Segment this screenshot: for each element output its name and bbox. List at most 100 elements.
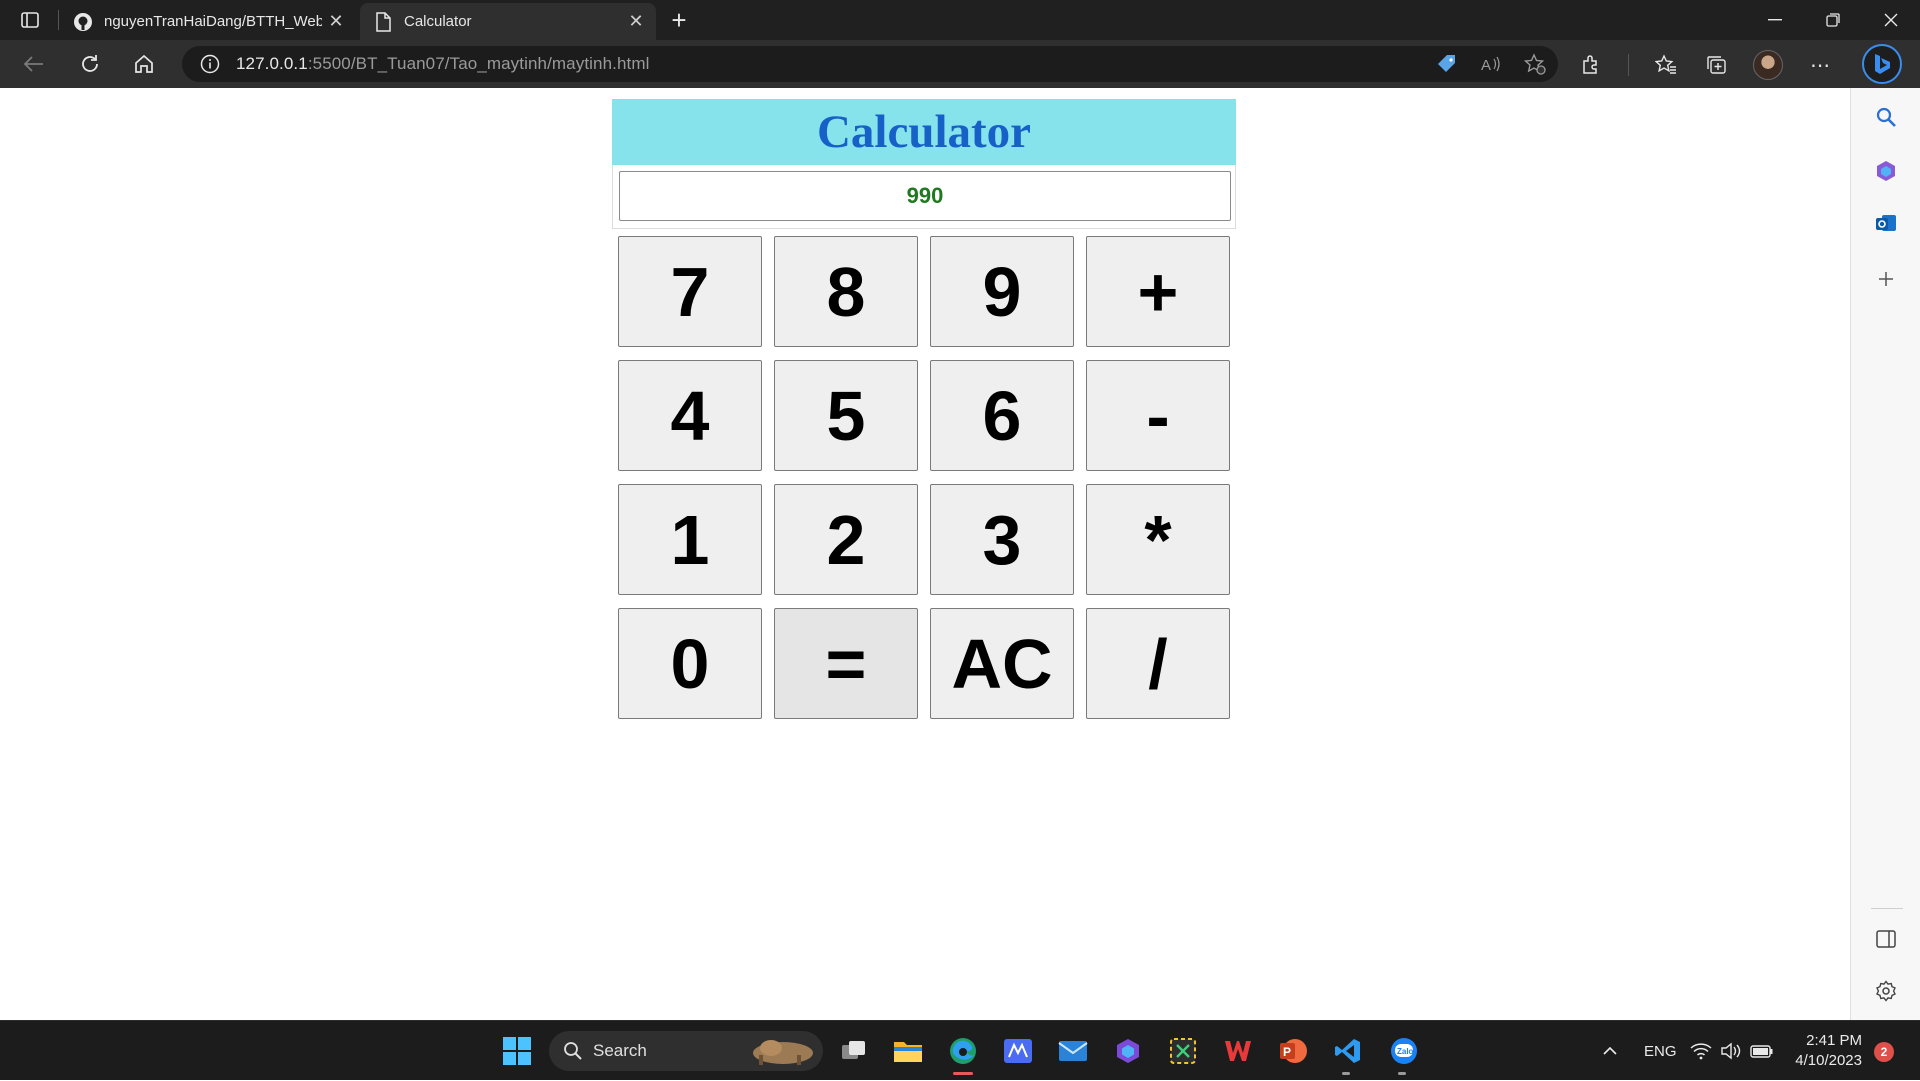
vscode-running-indicator [1342, 1072, 1350, 1075]
clock-time: 2:41 PM [1806, 1032, 1862, 1049]
snipping-tool-icon[interactable] [1163, 1031, 1203, 1071]
copilot-icon[interactable] [1873, 158, 1899, 184]
hide-sidebar-icon[interactable] [1873, 926, 1899, 952]
toolbar-right: ⋯ [1578, 50, 1833, 80]
clock[interactable]: 2:41 PM 4/10/2023 [1792, 1031, 1862, 1071]
volume-icon [1720, 1042, 1742, 1060]
toolbar-separator [1628, 54, 1629, 76]
github-icon [72, 11, 94, 33]
page-title: Calculator [816, 106, 1032, 158]
key-1[interactable]: 1 [618, 484, 762, 595]
key-equals[interactable]: = [774, 608, 918, 719]
file-explorer-icon[interactable] [888, 1031, 928, 1071]
key-5[interactable]: 5 [774, 360, 918, 471]
vscode-icon[interactable] [1328, 1031, 1368, 1071]
search-icon[interactable] [1873, 104, 1899, 130]
edge-running-indicator [953, 1072, 973, 1075]
show-hidden-icons-icon[interactable] [1590, 1031, 1630, 1071]
add-icon[interactable] [1873, 266, 1899, 292]
profile-avatar[interactable] [1753, 50, 1783, 80]
address-field[interactable]: 127.0.0.1:5500/BT_Tuan07/Tao_maytinh/may… [182, 46, 1558, 82]
zalo-icon[interactable]: Zalo [1384, 1031, 1424, 1071]
url-actions: A [1434, 52, 1548, 76]
key-clear[interactable]: AC [930, 608, 1074, 719]
sidebar-divider [1871, 908, 1903, 909]
system-tray-icons[interactable] [1686, 1031, 1778, 1071]
clock-date: 4/10/2023 [1795, 1052, 1862, 1069]
key-plus[interactable]: + [1086, 236, 1230, 347]
settings-icon[interactable] [1873, 978, 1899, 1004]
favorites-icon[interactable] [1653, 53, 1679, 77]
key-3[interactable]: 3 [930, 484, 1074, 595]
collections-icon[interactable] [1703, 53, 1729, 77]
taskbar-search[interactable]: Search [549, 1031, 823, 1071]
language-indicator[interactable]: ENG [1644, 1021, 1677, 1081]
read-aloud-icon[interactable]: A [1478, 52, 1504, 76]
site-info-icon[interactable] [198, 52, 222, 76]
svg-text:Zalo: Zalo [1397, 1047, 1414, 1056]
key-minus[interactable]: - [1086, 360, 1230, 471]
mathway-icon[interactable] [998, 1031, 1038, 1071]
key-7[interactable]: 7 [618, 236, 762, 347]
search-label: Search [593, 1041, 647, 1060]
key-4[interactable]: 4 [618, 360, 762, 471]
key-2[interactable]: 2 [774, 484, 918, 595]
keypad: 7 8 9 + 4 5 6 - 1 2 3 * 0 = AC / [618, 236, 1236, 719]
new-tab-button[interactable]: + [664, 5, 694, 35]
powerpoint-icon[interactable]: P [1273, 1031, 1313, 1071]
web-page: Calculator 990 7 8 9 + 4 5 6 - 1 2 3 * 0… [0, 88, 1850, 1020]
url-path: :5500/BT_Tuan07/Tao_maytinh/maytinh.html [307, 54, 650, 73]
windows-taskbar: Search P Zalo ENG 2:41 PM 4/10/2023 2 [0, 1020, 1920, 1080]
key-0[interactable]: 0 [618, 608, 762, 719]
wifi-icon [1690, 1042, 1712, 1060]
display-container: 990 [612, 165, 1236, 229]
svg-text:P: P [1283, 1045, 1291, 1059]
key-6[interactable]: 6 [930, 360, 1074, 471]
tab-actions-icon[interactable] [18, 8, 42, 32]
key-8[interactable]: 8 [774, 236, 918, 347]
extensions-icon[interactable] [1578, 53, 1604, 77]
tab-title: Calculator [404, 13, 472, 30]
zalo-running-indicator [1398, 1072, 1406, 1075]
copilot-taskbar-icon[interactable] [1108, 1031, 1148, 1071]
url-host: 127.0.0.1 [236, 54, 308, 73]
more-options-icon[interactable]: ⋯ [1807, 53, 1833, 77]
url-text: 127.0.0.1:5500/BT_Tuan07/Tao_maytinh/may… [236, 54, 649, 74]
edge-icon[interactable] [943, 1031, 983, 1071]
task-view-icon[interactable] [834, 1031, 874, 1071]
home-icon[interactable] [128, 50, 160, 78]
edge-sidebar [1850, 88, 1920, 1020]
windows-start-icon[interactable] [497, 1031, 537, 1071]
restore-icon[interactable] [1804, 0, 1862, 40]
close-icon[interactable]: ✕ [322, 8, 350, 36]
tab-calculator[interactable]: Calculator ✕ [360, 3, 656, 40]
refresh-icon[interactable] [74, 50, 106, 78]
key-9[interactable]: 9 [930, 236, 1074, 347]
search-icon [563, 1041, 583, 1061]
calculator-display[interactable]: 990 [619, 171, 1231, 221]
key-multiply[interactable]: * [1086, 484, 1230, 595]
calculator-header: Calculator [612, 99, 1236, 165]
outlook-icon[interactable] [1873, 210, 1899, 236]
wps-office-icon[interactable] [1218, 1031, 1258, 1071]
address-toolbar: 127.0.0.1:5500/BT_Tuan07/Tao_maytinh/may… [0, 40, 1920, 88]
close-icon[interactable]: ✕ [622, 8, 650, 36]
svg-text:A: A [1481, 57, 1491, 74]
battery-icon [1750, 1043, 1774, 1059]
browser-tab-bar: nguyenTranHaiDang/BTTH_Web ✕ Calculator … [0, 0, 1920, 40]
add-favorite-icon[interactable] [1522, 52, 1548, 76]
shopping-tag-icon[interactable] [1434, 52, 1460, 76]
notification-badge[interactable]: 2 [1874, 1042, 1894, 1062]
search-highlight-icon [749, 1033, 817, 1069]
mail-icon[interactable] [1053, 1031, 1093, 1071]
bing-copilot-icon[interactable] [1862, 44, 1902, 84]
tab-github[interactable]: nguyenTranHaiDang/BTTH_Web ✕ [60, 3, 356, 40]
key-divide[interactable]: / [1086, 608, 1230, 719]
tab-separator [58, 10, 59, 30]
calculator: Calculator 990 7 8 9 + 4 5 6 - 1 2 3 * 0… [612, 99, 1236, 719]
window-close-icon[interactable] [1862, 0, 1920, 40]
tab-title: nguyenTranHaiDang/BTTH_Web [104, 13, 322, 30]
page-icon [372, 11, 394, 33]
minimize-icon[interactable] [1746, 0, 1804, 40]
back-icon[interactable] [18, 50, 50, 78]
